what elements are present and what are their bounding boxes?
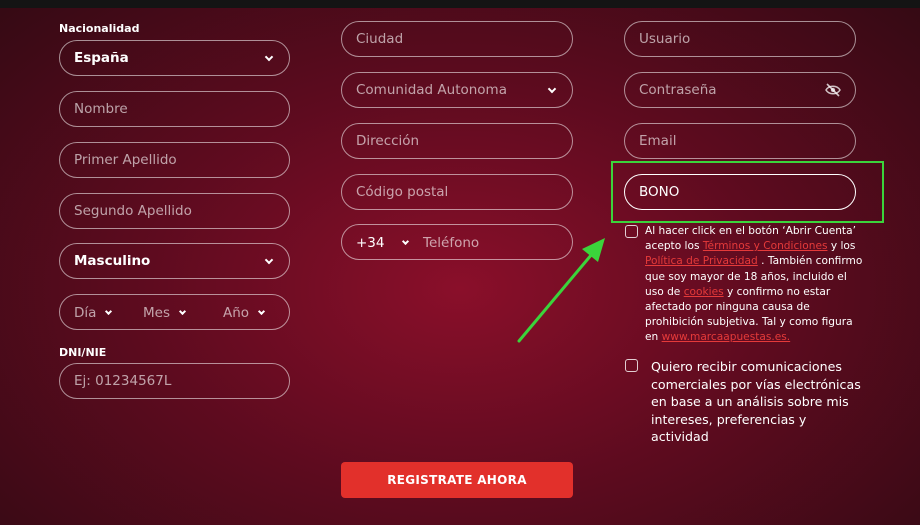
dni-placeholder: Ej: 01234567L bbox=[74, 373, 172, 389]
region-placeholder: Comunidad Autonoma bbox=[356, 82, 507, 98]
chevron-down-icon bbox=[264, 255, 274, 265]
dob-month-label: Mes bbox=[143, 305, 170, 321]
register-button[interactable]: REGISTRATE AHORA bbox=[341, 462, 573, 498]
bonus-code-input[interactable]: BONO bbox=[624, 174, 856, 210]
top-bar bbox=[0, 0, 920, 8]
chevron-down-icon bbox=[547, 84, 557, 94]
password-input[interactable]: Contraseña bbox=[624, 72, 856, 108]
dob-year-select[interactable]: Año bbox=[223, 295, 266, 331]
city-input[interactable]: Ciudad bbox=[341, 21, 573, 57]
password-placeholder: Contraseña bbox=[639, 82, 717, 98]
dni-label: DNI/NIE bbox=[59, 346, 107, 359]
gender-value: Masculino bbox=[74, 253, 151, 269]
legal-text-part: y los bbox=[827, 240, 856, 253]
bonus-code-value: BONO bbox=[639, 184, 680, 200]
gender-select[interactable]: Masculino bbox=[59, 243, 290, 279]
nationality-label: Nacionalidad bbox=[59, 22, 140, 35]
dob-day-label: Día bbox=[74, 305, 97, 321]
chevron-down-icon bbox=[105, 307, 113, 315]
arrow-annotation-icon bbox=[517, 238, 605, 343]
name-placeholder: Nombre bbox=[74, 101, 128, 117]
city-placeholder: Ciudad bbox=[356, 31, 404, 47]
address-input[interactable]: Dirección bbox=[341, 123, 573, 159]
site-link[interactable]: www.marcaapuestas.es. bbox=[662, 331, 791, 343]
first-surname-placeholder: Primer Apellido bbox=[74, 152, 177, 168]
username-input[interactable]: Usuario bbox=[624, 21, 856, 57]
legal-text: Al hacer click en el botón ‘Abrir Cuenta… bbox=[645, 224, 865, 346]
username-placeholder: Usuario bbox=[639, 31, 691, 47]
email-placeholder: Email bbox=[639, 133, 677, 149]
date-of-birth-group: Día Mes Año bbox=[59, 294, 290, 330]
dob-year-label: Año bbox=[223, 305, 250, 321]
chevron-down-icon bbox=[258, 307, 266, 315]
chevron-down-icon bbox=[264, 52, 274, 62]
terms-link[interactable]: Términos y Condiciones bbox=[703, 240, 828, 252]
chevron-down-icon bbox=[178, 307, 187, 315]
postal-code-placeholder: Código postal bbox=[356, 184, 449, 200]
cookies-link[interactable]: cookies bbox=[684, 286, 724, 298]
nationality-select[interactable]: España bbox=[59, 40, 290, 76]
privacy-link[interactable]: Política de Privacidad bbox=[645, 255, 758, 267]
eye-slash-icon[interactable] bbox=[825, 83, 841, 97]
chevron-down-icon bbox=[401, 237, 409, 245]
phone-prefix-select[interactable]: +34 bbox=[356, 225, 409, 261]
terms-checkbox[interactable] bbox=[625, 225, 638, 238]
first-surname-input[interactable]: Primer Apellido bbox=[59, 142, 290, 178]
dni-input[interactable]: Ej: 01234567L bbox=[59, 363, 290, 399]
email-input[interactable]: Email bbox=[624, 123, 856, 159]
address-placeholder: Dirección bbox=[356, 133, 420, 149]
phone-input[interactable]: Teléfono bbox=[423, 225, 479, 261]
postal-code-input[interactable]: Código postal bbox=[341, 174, 573, 210]
dob-month-select[interactable]: Mes bbox=[143, 295, 187, 331]
nationality-value: España bbox=[74, 50, 129, 66]
phone-prefix-value: +34 bbox=[356, 235, 385, 251]
second-surname-placeholder: Segundo Apellido bbox=[74, 203, 192, 219]
name-input[interactable]: Nombre bbox=[59, 91, 290, 127]
dob-day-select[interactable]: Día bbox=[74, 295, 113, 331]
second-surname-input[interactable]: Segundo Apellido bbox=[59, 193, 290, 229]
region-select[interactable]: Comunidad Autonoma bbox=[341, 72, 573, 108]
marketing-consent-text: Quiero recibir comunicaciones comerciale… bbox=[651, 359, 861, 445]
marketing-consent-checkbox[interactable] bbox=[625, 359, 638, 372]
